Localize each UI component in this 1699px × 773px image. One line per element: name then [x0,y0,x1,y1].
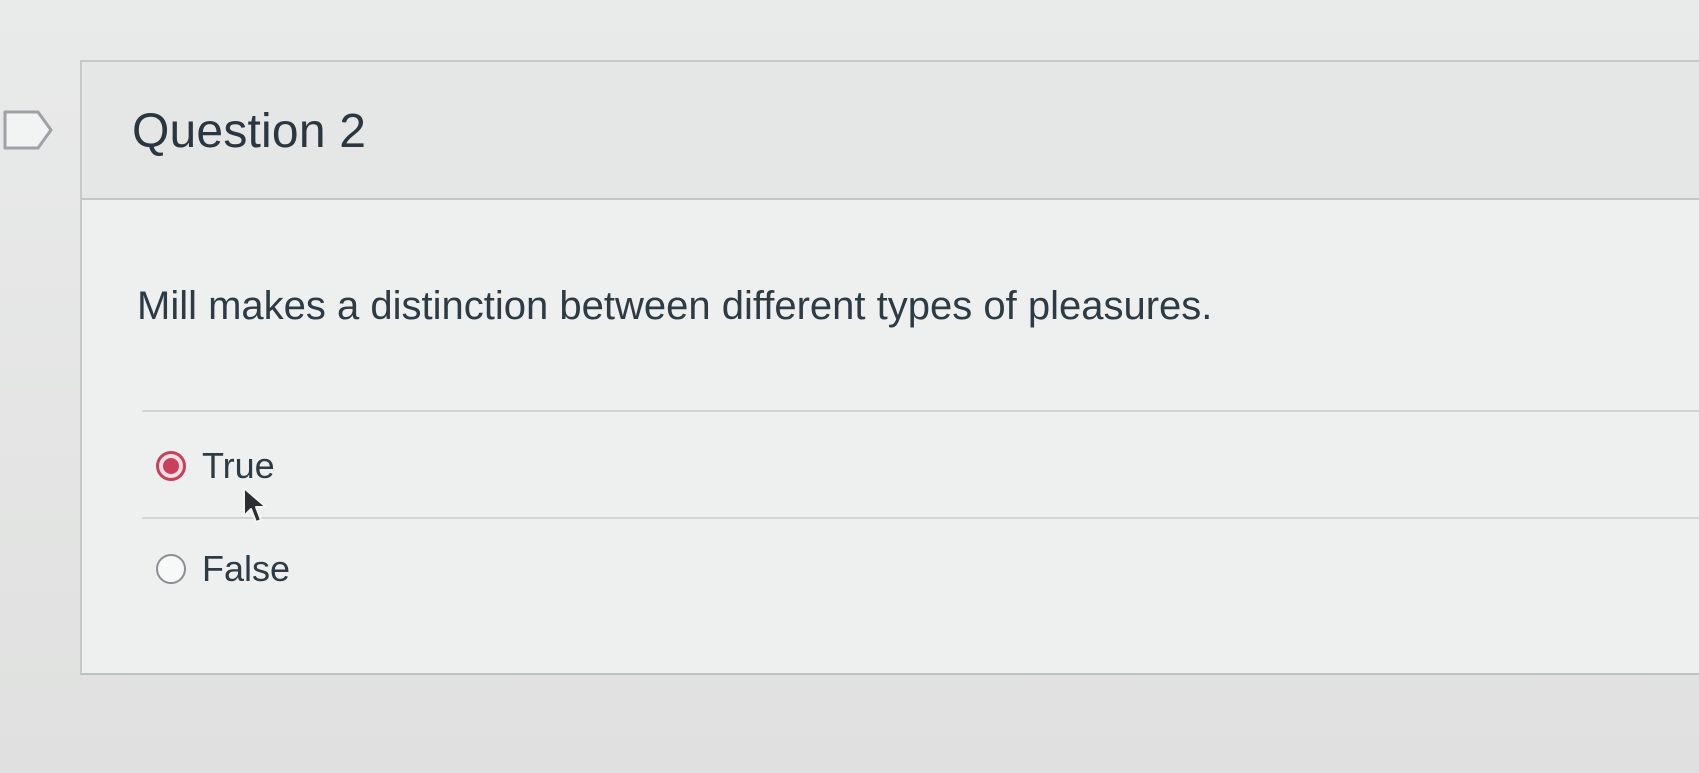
question-text: Mill makes a distinction between differe… [137,284,1213,328]
question-card: Question 2 Mill makes a distinction betw… [80,60,1699,675]
true-radio-button[interactable] [156,451,186,481]
false-radio-button[interactable] [156,554,186,584]
answer-label-false: False [202,548,291,589]
question-title: Question 2 [132,105,367,158]
answer-option-false[interactable]: False [156,548,290,590]
radio-selected-dot [163,458,179,474]
answers-divider-top [142,410,1699,412]
flag-question-icon[interactable] [2,108,54,152]
answer-option-true[interactable]: True [156,445,275,487]
mouse-pointer-icon [243,487,267,523]
answer-label-true: True [202,445,275,486]
question-header: Question 2 [82,62,1699,200]
answers-divider-middle [142,517,1699,519]
